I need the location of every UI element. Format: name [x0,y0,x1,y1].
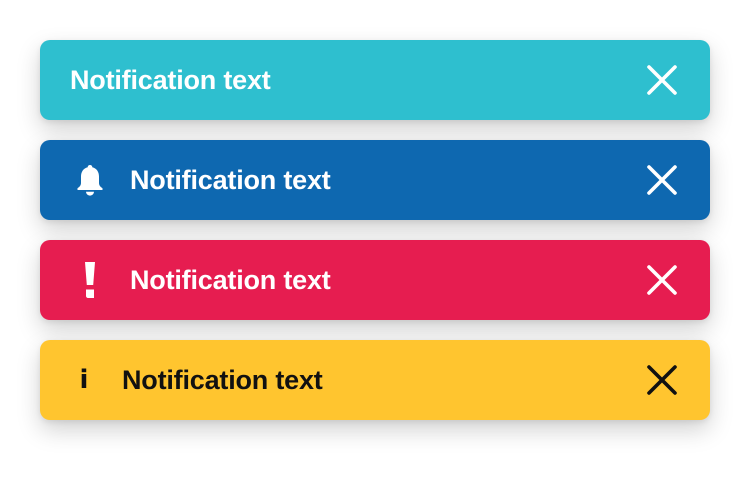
notification-red: Notification text [40,240,710,320]
bell-icon [70,160,110,200]
info-icon: i [79,365,89,395]
close-button[interactable] [644,362,680,398]
close-button[interactable] [644,62,680,98]
close-icon [647,165,677,195]
notification-text: Notification text [130,265,331,295]
notification-text: Notification text [122,365,323,395]
close-icon [647,65,677,95]
close-icon [647,365,677,395]
notification-teal: Notification text [40,40,710,120]
exclamation-icon [70,260,110,300]
notification-stack: Notification text Notification text Noti… [0,0,750,480]
notification-yellow: i Notification text [40,340,710,420]
close-button[interactable] [644,162,680,198]
notification-text: Notification text [130,165,331,195]
notification-text: Notification text [70,65,271,95]
close-button[interactable] [644,262,680,298]
notification-blue: Notification text [40,140,710,220]
close-icon [647,265,677,295]
